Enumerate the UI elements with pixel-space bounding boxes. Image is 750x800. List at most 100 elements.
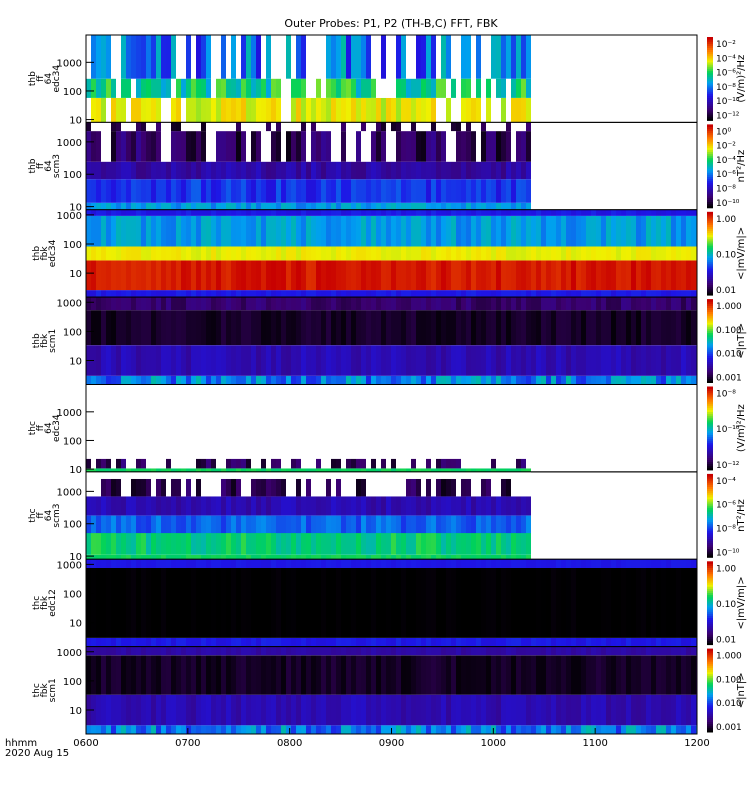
spectrogram-cell [461, 384, 466, 459]
spectrogram-cell [206, 554, 211, 560]
spectrogram-cell [201, 478, 206, 497]
spectrogram-cell [246, 290, 251, 298]
spectrogram-cell [321, 97, 326, 123]
spectrogram-cell [526, 345, 531, 376]
spectrogram-cell [471, 646, 476, 656]
spectrogram-cell [261, 384, 266, 459]
spectrogram-cell [626, 310, 631, 346]
spectrogram-cell [516, 209, 521, 216]
spectrogram-cell [141, 725, 146, 734]
spectrogram-cell [96, 568, 101, 638]
spectrogram-cell [141, 35, 146, 79]
spectrogram-cell [186, 209, 191, 216]
spectrogram-cell [476, 655, 481, 695]
spectrogram-cell [331, 637, 336, 647]
spectrogram-cell [251, 471, 256, 479]
spectrogram-cell [231, 297, 236, 311]
spectrogram-cell [346, 131, 351, 162]
spectrogram-cell [266, 533, 271, 555]
spectrogram-cell [156, 260, 161, 291]
spectrogram-cell [421, 655, 426, 695]
spectrogram-cell [216, 471, 221, 479]
spectrogram-cell [301, 246, 306, 261]
spectrogram-cell [681, 345, 686, 376]
colorbar-cell [707, 299, 713, 302]
spectrogram-cell [586, 215, 591, 247]
spectrogram-cell [86, 290, 91, 298]
spectrogram-cell [176, 554, 181, 560]
spectrogram-cell [656, 290, 661, 298]
spectrogram-cell [386, 297, 391, 311]
spectrogram-cell [111, 290, 116, 298]
spectrogram-cell [541, 345, 546, 376]
spectrogram-cell [141, 478, 146, 497]
spectrogram-cell [281, 131, 286, 162]
spectrogram-cell [251, 725, 256, 734]
spectrogram-cell [316, 78, 321, 98]
spectrogram-cell [316, 131, 321, 162]
spectrogram-cell [141, 131, 146, 162]
y-tick-label: 1000 [57, 138, 82, 149]
spectrogram-cell [161, 496, 166, 516]
spectrogram-cell [101, 345, 106, 376]
spectrogram-cell [96, 290, 101, 298]
spectrogram-cell [196, 725, 201, 734]
spectrogram-cell [381, 122, 386, 132]
spectrogram-cell [391, 471, 396, 479]
spectrogram-cell [416, 131, 421, 162]
spectrogram-cell [151, 559, 156, 568]
spectrogram-cell [136, 533, 141, 555]
spectrogram-cell [211, 559, 216, 568]
spectrogram-cell [221, 179, 226, 203]
spectrogram-cell [231, 533, 236, 555]
spectrogram-cell [516, 471, 521, 479]
spectrogram-cell [161, 725, 166, 734]
spectrogram-cell [286, 260, 291, 291]
spectrogram-cell [166, 655, 171, 695]
spectrogram-cell [441, 246, 446, 261]
spectrogram-cell [276, 637, 281, 647]
spectrogram-cell [626, 694, 631, 726]
spectrogram-cell [161, 568, 166, 638]
spectrogram-cell [496, 246, 501, 261]
spectrogram-cell [596, 290, 601, 298]
spectrogram-cell [341, 375, 346, 385]
spectrogram-cell [641, 694, 646, 726]
spectrogram-cell [481, 131, 486, 162]
spectrogram-cell [311, 559, 316, 568]
spectrogram-cell [451, 122, 456, 132]
spectrogram-cell [516, 179, 521, 203]
spectrogram-cell [296, 559, 301, 568]
spectrogram-cell [471, 559, 476, 568]
spectrogram-cell [211, 496, 216, 516]
spectrogram-cell [471, 179, 476, 203]
spectrogram-cell [411, 655, 416, 695]
spectrogram-cell [96, 345, 101, 376]
spectrogram-cell [611, 215, 616, 247]
spectrogram-cell [476, 297, 481, 311]
colorbar-unit-label: <|nT|> [736, 323, 747, 359]
spectrogram-cell [411, 515, 416, 534]
spectrogram-cell [106, 496, 111, 516]
spectrogram-cell [226, 478, 231, 497]
spectrogram-cell [236, 646, 241, 656]
spectrogram-cell [136, 568, 141, 638]
spectrogram-cell [511, 458, 516, 469]
spectrogram-cell [486, 694, 491, 726]
spectrogram-cell [186, 559, 191, 568]
spectrogram-cell [486, 515, 491, 534]
spectrogram-cell [411, 290, 416, 298]
spectrogram-cell [256, 384, 261, 459]
spectrogram-cell [501, 458, 506, 469]
spectrogram-cell [251, 345, 256, 376]
spectrogram-cell [201, 202, 206, 210]
spectrogram-cell [516, 554, 521, 560]
spectrogram-cell [446, 310, 451, 346]
x-tick-label: 0700 [175, 738, 200, 749]
spectrogram-cell [476, 161, 481, 180]
spectrogram-cell [626, 568, 631, 638]
spectrogram-cell [436, 179, 441, 203]
spectrogram-cell [491, 209, 496, 216]
spectrogram-cell [356, 131, 361, 162]
spectrogram-cell [271, 471, 276, 479]
